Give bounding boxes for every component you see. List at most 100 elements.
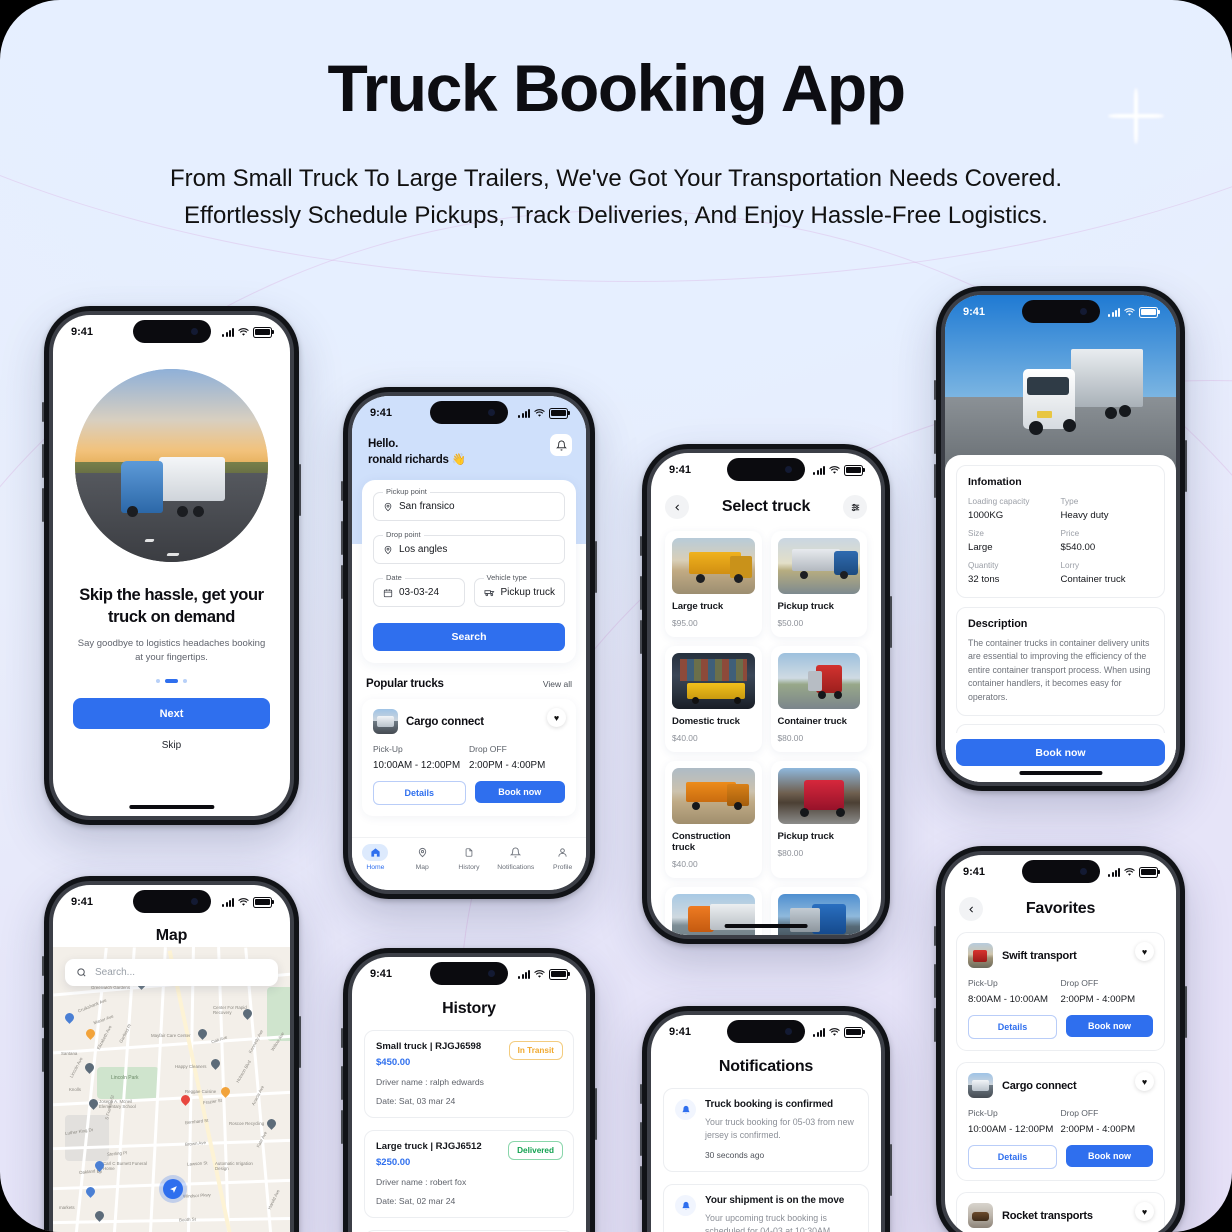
map-pin[interactable]: [83, 1061, 96, 1075]
poster-canvas: Truck Booking App From Small Truck To La…: [0, 0, 1232, 1232]
map-pin[interactable]: [93, 1159, 106, 1173]
drop-point-field[interactable]: Drop point Los angles: [373, 530, 565, 564]
history-driver: Driver name : robert fox: [376, 1177, 467, 1187]
pagination-dot[interactable]: [183, 679, 187, 683]
description-card: Description The container trucks in cont…: [956, 607, 1165, 717]
tab-map[interactable]: Map: [399, 844, 446, 871]
truck-card[interactable]: Construction truck $40.00: [665, 761, 762, 878]
book-now-button[interactable]: Book now: [474, 781, 565, 803]
spec-key: Size: [968, 529, 984, 538]
truck-price: $50.00: [777, 618, 804, 628]
page-heading: Map: [155, 927, 188, 944]
tab-map-label: Map: [415, 864, 429, 871]
map-pin[interactable]: [241, 1007, 254, 1021]
map-pin[interactable]: [209, 1057, 222, 1071]
next-button[interactable]: Next: [73, 698, 270, 729]
pickup-point-field[interactable]: Pickup point San fransico: [373, 487, 565, 521]
truck-icon: [484, 590, 494, 597]
truck-grid: Large truck $95.00 Pickup truck $50.00 D…: [651, 519, 881, 935]
back-button[interactable]: [665, 495, 689, 519]
map-search-field[interactable]: Search...: [65, 959, 278, 986]
description-body: The container trucks in container delive…: [968, 638, 1151, 702]
page-heading: History: [442, 1000, 496, 1017]
onboarding-pagination[interactable]: [53, 679, 290, 683]
tab-history[interactable]: History: [446, 844, 493, 871]
spec-value: Container truck: [1060, 574, 1126, 585]
truck-card[interactable]: Container truck $80.00: [770, 646, 867, 752]
filter-button[interactable]: [843, 495, 867, 519]
pagination-dot-active[interactable]: [165, 679, 178, 683]
status-bar: 9:41: [352, 396, 586, 426]
view-all-link[interactable]: View all: [543, 679, 572, 689]
tab-profile-label: Profile: [552, 864, 573, 871]
spec-key: Quantity: [968, 561, 999, 570]
vehicle-type-field[interactable]: Vehicle type Pickup truck: [473, 573, 565, 607]
map-label: Lincoln Park: [111, 1075, 139, 1081]
truck-card[interactable]: Domestic truck $40.00: [665, 646, 762, 752]
history-date: Date: Sat, 02 mar 24: [376, 1196, 456, 1206]
spec-list: Loading capacity 1000KG Type Heavy duty Si…: [968, 497, 1153, 585]
status-bar: 9:41: [53, 885, 290, 915]
favorite-heart-icon[interactable]: ♥: [547, 708, 566, 727]
truck-card[interactable]: Pickup truck $50.00: [770, 531, 867, 637]
tab-home[interactable]: Home: [352, 844, 399, 871]
favorite-heart-icon[interactable]: ♥: [1135, 942, 1154, 961]
phone-favorites: 9:41 Favorites ♥ Swift transport Pick-Up…: [934, 846, 1187, 1232]
map-label: Lawson St: [186, 1160, 208, 1167]
wifi-icon: [238, 327, 249, 336]
tab-notifications[interactable]: Notifications: [492, 844, 539, 871]
dynamic-island: [430, 401, 508, 424]
favorite-item[interactable]: ♥ Cargo connect Pick-Up 10:00AM - 12:00PM…: [956, 1062, 1165, 1181]
popular-truck-card[interactable]: ♥ Cargo connect Pick-Up 10:00AM - 12:00P…: [362, 699, 576, 816]
tab-profile[interactable]: Profile: [539, 844, 586, 871]
search-button[interactable]: Search: [373, 623, 565, 651]
map-label: Sterling Pl: [106, 1150, 128, 1157]
map-pin[interactable]: [219, 1085, 232, 1099]
favorite-heart-icon[interactable]: ♥: [1135, 1202, 1154, 1221]
spec-item: Size Large: [968, 529, 1061, 553]
notification-item[interactable]: Your shipment is on the move Your upcomi…: [663, 1184, 869, 1232]
hero-block: Truck Booking App From Small Truck To La…: [0, 52, 1232, 234]
details-button[interactable]: Details: [968, 1145, 1057, 1169]
book-now-button[interactable]: Book now: [1066, 1145, 1153, 1167]
spec-item: Type Heavy duty: [1061, 497, 1154, 521]
pickup-time-block: Pick-Up 10:00AM - 12:00PM: [373, 744, 469, 771]
vehicle-type-value: Pickup truck: [500, 587, 555, 598]
map-pin[interactable]: [84, 1185, 97, 1199]
battery-icon: [253, 896, 274, 908]
map-pin[interactable]: [93, 1209, 106, 1223]
map-pin-destination[interactable]: [179, 1093, 192, 1107]
nav-bar: Notifications: [651, 1045, 881, 1076]
map-pin-icon: [409, 844, 435, 861]
map-label: Carl C Burnett Funeral Home: [103, 1161, 147, 1171]
spec-item: Loading capacity 1000KG: [968, 497, 1061, 521]
current-location-marker[interactable]: [163, 1179, 183, 1199]
history-item[interactable]: In Transit Small truck | RJGJ6598 $450.0…: [364, 1030, 574, 1118]
onboarding-subtext: Say goodbye to logistics headaches booki…: [77, 638, 266, 663]
map-pin[interactable]: [63, 1011, 76, 1025]
notification-bell-button[interactable]: [550, 434, 572, 456]
favorite-item[interactable]: ♥ Rocket transports Pick-Up Drop OFF: [956, 1192, 1165, 1232]
favorite-item[interactable]: ♥ Swift transport Pick-Up 8:00AM - 10:00A…: [956, 932, 1165, 1051]
popular-trucks-header: Popular trucks View all: [366, 678, 572, 690]
favorite-heart-icon[interactable]: ♥: [1135, 1072, 1154, 1091]
map-canvas[interactable]: Greenwich Gardens Center For Rapid Recov…: [53, 947, 290, 1232]
pagination-dot[interactable]: [156, 679, 160, 683]
date-field[interactable]: Date 03-03-24: [373, 573, 465, 607]
details-button[interactable]: Details: [373, 781, 466, 805]
details-button[interactable]: Details: [968, 1015, 1057, 1039]
map-pin[interactable]: [87, 1097, 100, 1111]
spec-item: Price $540.00: [1061, 529, 1154, 553]
pickup-point-value: San fransico: [399, 501, 455, 512]
map-pin[interactable]: [265, 1117, 278, 1131]
map-pin[interactable]: [196, 1027, 209, 1041]
book-now-button[interactable]: Book now: [1066, 1015, 1153, 1037]
truck-card[interactable]: Large truck $95.00: [665, 531, 762, 637]
truck-card[interactable]: Pickup truck $80.00: [770, 761, 867, 878]
history-item[interactable]: Delivered Large truck | RJGJ6512 $250.00…: [364, 1130, 574, 1218]
book-now-button[interactable]: Book now: [956, 739, 1165, 766]
map-pin[interactable]: [84, 1027, 97, 1041]
status-bar: 9:41: [651, 453, 881, 483]
skip-button[interactable]: Skip: [53, 740, 290, 751]
notification-item[interactable]: Truck booking is confirmed Your truck bo…: [663, 1088, 869, 1172]
